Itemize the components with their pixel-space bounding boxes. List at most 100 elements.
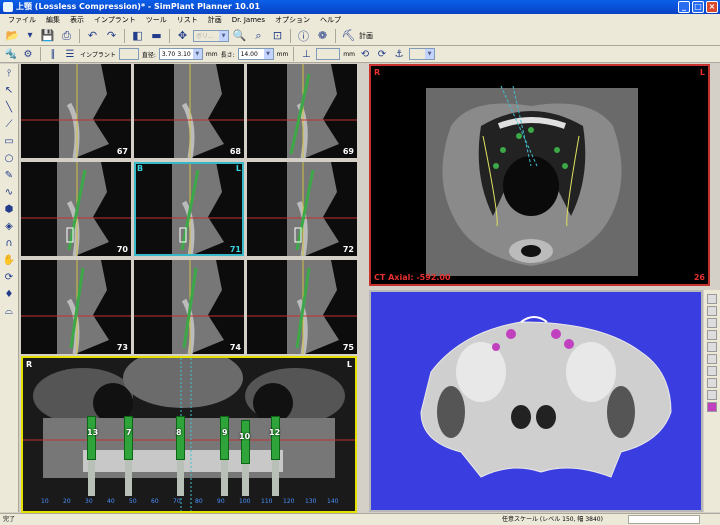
- rotate-implant-icon[interactable]: ⟲: [358, 46, 372, 62]
- curve-icon[interactable]: ∿: [2, 186, 17, 200]
- menu-file[interactable]: ファイル: [3, 15, 41, 25]
- status-text: 完了: [3, 516, 16, 523]
- plan-icon[interactable]: ⛏: [340, 28, 357, 44]
- implant-icon[interactable]: 🔩: [4, 46, 18, 62]
- arch-icon[interactable]: ∩: [2, 237, 17, 251]
- cross-section-view[interactable]: 69: [247, 64, 357, 158]
- implant-marker[interactable]: [124, 416, 133, 460]
- tooth-icon[interactable]: ⌓: [2, 305, 17, 319]
- menu-plan[interactable]: 計画: [203, 15, 227, 25]
- axial-caption: CT Axial: -592.00: [374, 273, 451, 282]
- cross-section-view[interactable]: 67: [21, 64, 131, 158]
- cross-section-view[interactable]: 68: [134, 64, 244, 158]
- length-select[interactable]: 14.00 ▼: [237, 48, 274, 60]
- undo-icon[interactable]: ↶: [84, 28, 101, 44]
- slice-number: 71: [229, 245, 241, 254]
- cross-section-view-selected[interactable]: B L 71: [134, 162, 244, 256]
- guide-combo[interactable]: ▼: [409, 48, 435, 60]
- panoramic-view[interactable]: R L 13 7 8 9 10 12 10 20 30 40 50 60 70 …: [21, 356, 357, 513]
- 3d-view[interactable]: [369, 290, 703, 512]
- slice-number: 72: [342, 245, 354, 254]
- cross-section-view[interactable]: 70: [21, 162, 131, 256]
- zoom-fit-icon[interactable]: ⌕: [250, 28, 267, 44]
- slice-number: 75: [342, 343, 354, 352]
- implant-marker[interactable]: [87, 416, 96, 460]
- cross-section-view[interactable]: 74: [134, 260, 244, 354]
- rotate-3d-icon[interactable]: [707, 366, 717, 376]
- mode-combo[interactable]: ボリ... ▼: [193, 29, 229, 42]
- opacity-icon[interactable]: [707, 390, 717, 400]
- paint-icon[interactable]: ♦: [2, 288, 17, 302]
- list-icon[interactable]: ☰: [63, 46, 77, 62]
- menu-list[interactable]: リスト: [172, 15, 203, 25]
- cross-section-view[interactable]: 73: [21, 260, 131, 354]
- implant-marker[interactable]: [176, 416, 185, 460]
- line-icon[interactable]: ╲: [2, 101, 17, 115]
- implant-marker[interactable]: [271, 416, 280, 460]
- hand-icon[interactable]: ✋: [2, 254, 17, 268]
- open-folder-icon[interactable]: 📂: [4, 28, 21, 44]
- abutment-icon[interactable]: ⊥: [299, 46, 313, 62]
- menu-user[interactable]: Dr. James: [227, 16, 270, 24]
- rotate-icon[interactable]: ⟳: [2, 271, 17, 285]
- zoom-icon[interactable]: 🔍: [231, 28, 248, 44]
- render-icon[interactable]: ❁: [314, 28, 331, 44]
- cross-section-view[interactable]: 75: [247, 260, 357, 354]
- info-icon[interactable]: ⓘ: [295, 28, 312, 44]
- view-top-icon[interactable]: [707, 342, 717, 352]
- diameter-label: 直径:: [141, 51, 156, 59]
- close-button[interactable]: ×: [706, 1, 718, 13]
- rectangle-icon[interactable]: ▭: [2, 135, 17, 149]
- contrast-icon[interactable]: ◧: [129, 28, 146, 44]
- annotation-icon[interactable]: ✎: [2, 169, 17, 183]
- minimize-button[interactable]: _: [678, 1, 690, 13]
- axial-view[interactable]: R L CT Axial: -592.00 26: [369, 64, 710, 286]
- save-icon[interactable]: 💾: [39, 28, 56, 44]
- redo-icon[interactable]: ↷: [103, 28, 120, 44]
- color-icon[interactable]: [707, 402, 717, 412]
- implant-shaft: [88, 460, 95, 496]
- cross-section-view[interactable]: 72: [247, 162, 357, 256]
- plan-button-label[interactable]: 計画: [359, 31, 373, 41]
- circle-icon[interactable]: ○: [2, 152, 17, 166]
- menu-edit[interactable]: 編集: [41, 15, 65, 25]
- volume-icon[interactable]: ⬢: [2, 203, 17, 217]
- view-back-icon[interactable]: [707, 306, 717, 316]
- dropdown-arrow-icon[interactable]: ▾: [23, 28, 37, 44]
- 3d-view-toolbar: [704, 290, 720, 512]
- implant-marker[interactable]: [220, 416, 229, 460]
- pointer-icon[interactable]: ↖: [2, 84, 17, 98]
- implant-tool-icon[interactable]: ⚙: [21, 46, 35, 62]
- tilt-implant-icon[interactable]: ⟳: [375, 46, 389, 62]
- view-bottom-icon[interactable]: [707, 354, 717, 364]
- polyline-icon[interactable]: ⟋: [2, 118, 17, 132]
- implant-tool-icon[interactable]: ⫯: [2, 67, 17, 81]
- fit-window-icon[interactable]: ⊡: [269, 28, 286, 44]
- print-icon[interactable]: ⎙: [58, 28, 75, 44]
- diameter-select[interactable]: 3.70 3.10 ▼: [158, 48, 203, 60]
- view-front-icon[interactable]: [707, 294, 717, 304]
- implant-marker[interactable]: [241, 420, 250, 464]
- menu-help[interactable]: ヘルプ: [315, 15, 346, 25]
- view-right-icon[interactable]: [707, 330, 717, 340]
- main-toolbar: 📂 ▾ 💾 ⎙ ↶ ↷ ◧ ▬ ✥ ボリ... ▼ 🔍 ⌕ ⊡ ⓘ ❁ ⛏ 計画: [0, 26, 720, 46]
- status-bar: 完了 任意スケール (レベル 150, 幅 3840): [0, 513, 720, 525]
- move-icon[interactable]: ✥: [174, 28, 191, 44]
- gradient-icon[interactable]: ▬: [148, 28, 165, 44]
- implant-combo[interactable]: [118, 48, 139, 60]
- implant-label: 10: [239, 432, 251, 441]
- menu-tools[interactable]: ツール: [141, 15, 172, 25]
- implant-label: 13: [87, 428, 99, 437]
- layer-icon[interactable]: ◈: [2, 220, 17, 234]
- scale-tick: 80: [195, 498, 203, 505]
- menu-implant[interactable]: インプラント: [89, 15, 141, 25]
- abutment-combo[interactable]: [316, 48, 341, 60]
- maximize-button[interactable]: □: [692, 1, 704, 13]
- menu-view[interactable]: 表示: [65, 15, 89, 25]
- parallel-icon[interactable]: ∥: [46, 46, 60, 62]
- scale-tick: 30: [85, 498, 93, 505]
- menu-options[interactable]: オプション: [270, 15, 315, 25]
- layers-icon[interactable]: [707, 378, 717, 388]
- view-left-icon[interactable]: [707, 318, 717, 328]
- guide-icon[interactable]: ⚓: [392, 46, 406, 62]
